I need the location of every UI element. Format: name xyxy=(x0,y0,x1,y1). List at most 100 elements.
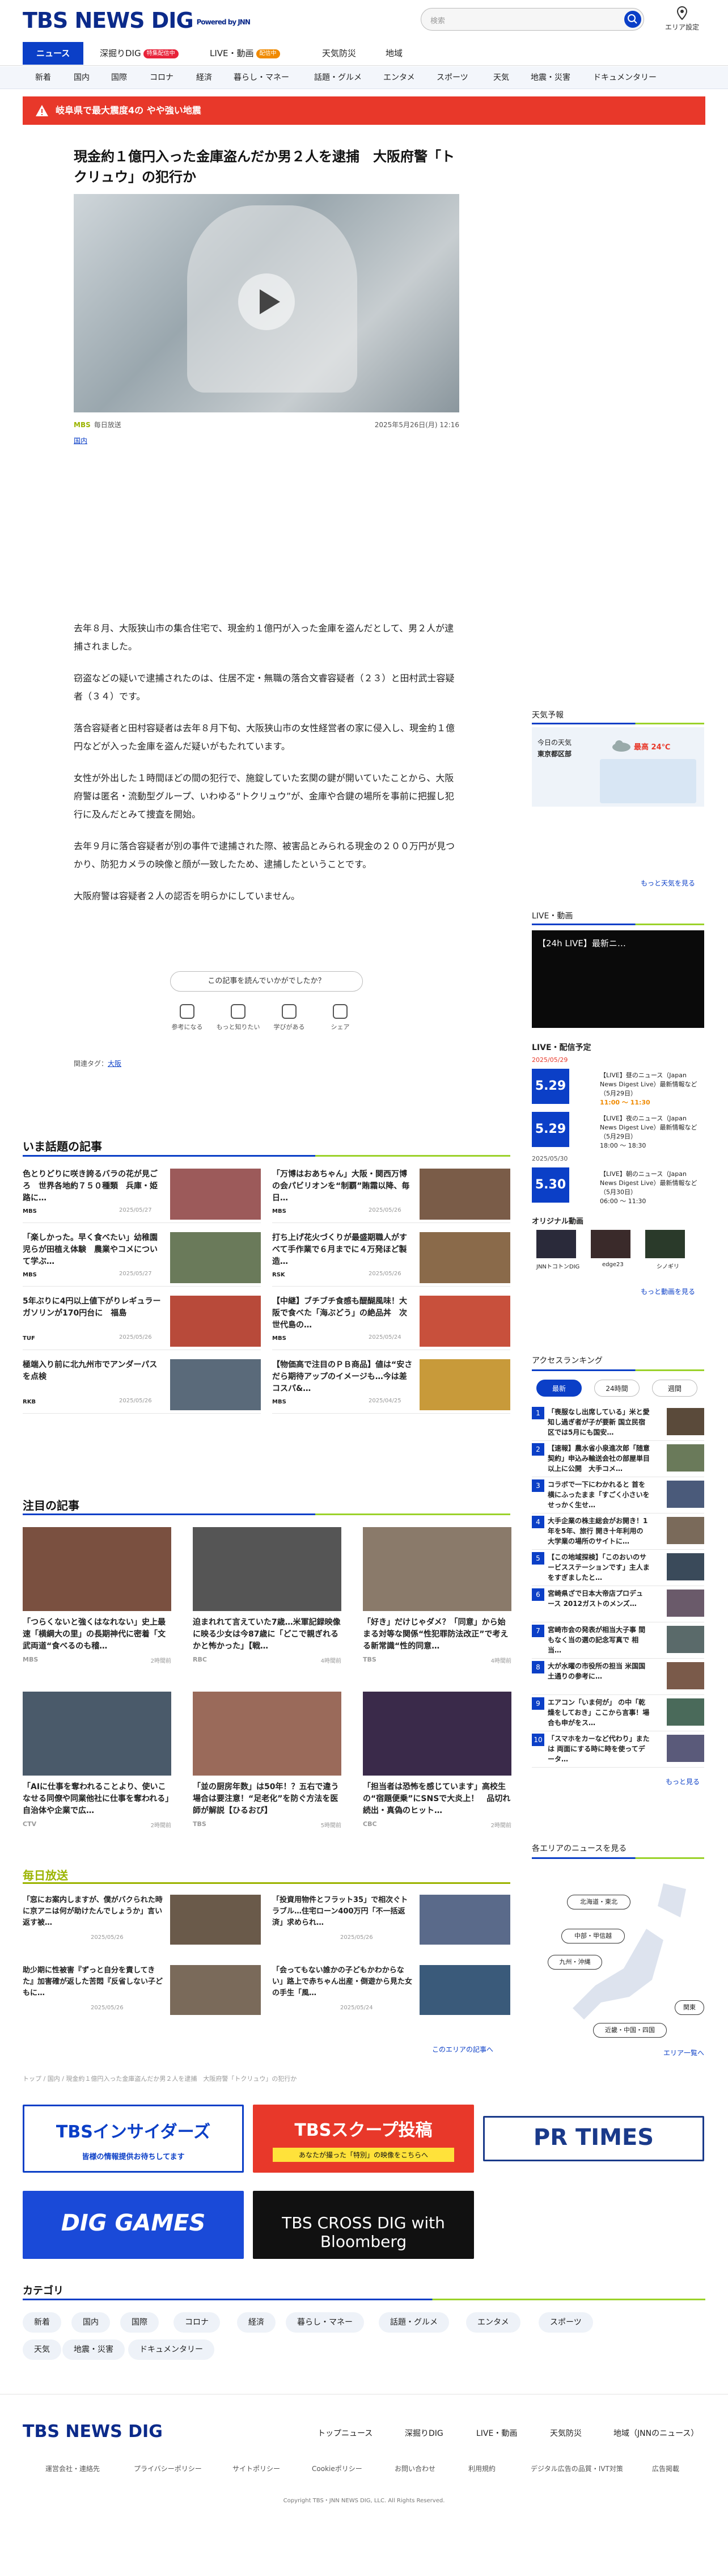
footer-nav-deepdig[interactable]: 深掘りDIG xyxy=(405,2427,443,2439)
hot-article[interactable]: 打ち上げ花火づくりが最盛期職人がすべて手作業で６月までに４万発ほど製造… RSK 2… xyxy=(272,1232,510,1287)
mbs-article[interactable]: 「窓にお案内しますが、僕がバクられた時に京アニは何が助けたんでしょうか」言い返す… xyxy=(23,1895,261,1949)
mbs-article-thumb[interactable] xyxy=(170,1965,261,2015)
category-pill[interactable]: 経済 xyxy=(237,2312,276,2333)
weather-widget[interactable]: 今日の天気 東京都区部 最高 24℃ xyxy=(532,727,704,807)
category-pill[interactable]: 天気 xyxy=(23,2339,61,2360)
category-pill[interactable]: ドキュメンタリー xyxy=(128,2339,214,2360)
footer-link[interactable]: プライバシーポリシー xyxy=(134,2464,202,2473)
featured-thumb[interactable] xyxy=(193,1692,341,1776)
area-kanto[interactable]: 関東 xyxy=(675,2000,704,2015)
featured-article[interactable]: 「好き」だけじゃダメ？「同意」から始まる対等な関係“性犯罪防法改正”で考える新常… xyxy=(363,1527,511,1664)
category-pill[interactable]: スポーツ xyxy=(539,2312,593,2333)
rank-thumb[interactable] xyxy=(667,1698,704,1726)
ranking-item[interactable]: 3 コラボで一下にわかれると 首を横にふったまま「すごく小さいをせっかく生せ… xyxy=(532,1479,704,1513)
original-thumb[interactable] xyxy=(591,1230,630,1258)
weather-more-link[interactable]: もっと天気を見る xyxy=(641,878,695,888)
rank-thumb[interactable] xyxy=(667,1590,704,1617)
cat-topics[interactable]: 話題・グルメ xyxy=(314,66,362,89)
banner-scoop[interactable]: TBSスクープ投稿 あなたが撮った「特別」の映像をこちらへ xyxy=(253,2105,474,2173)
mbs-article-thumb[interactable] xyxy=(170,1895,261,1945)
area-kinki[interactable]: 近畿・中国・四国 xyxy=(593,2023,667,2038)
schedule-item[interactable]: 5.29 【LIVE】昼のニュース（Japan News Digest Live）… xyxy=(532,1069,704,1110)
category-pill[interactable]: コロナ xyxy=(173,2312,220,2333)
featured-thumb[interactable] xyxy=(363,1527,511,1611)
schedule-item[interactable]: 5.29 【LIVE】夜のニュース（Japan News Digest Live）… xyxy=(532,1112,704,1153)
original-thumb[interactable] xyxy=(536,1230,576,1258)
hot-article-thumb[interactable] xyxy=(420,1169,510,1220)
featured-thumb[interactable] xyxy=(363,1692,511,1776)
schedule-item[interactable]: 5.30 【LIVE】朝のニュース（Japan News Digest Live）… xyxy=(532,1167,704,1208)
footer-link[interactable]: デジタル広告の品質・IVT対策 xyxy=(531,2464,623,2473)
mbs-article-thumb[interactable] xyxy=(420,1965,510,2015)
category-pill[interactable]: 暮らし・マネー xyxy=(286,2312,364,2333)
nav-weather[interactable]: 天気防災 xyxy=(322,42,356,65)
nav-deepdig[interactable]: 深掘りDIG 特集配信中 xyxy=(100,42,179,65)
hot-article[interactable]: 【中継】ブチブチ食感も醍醐風味！大阪で食べた「海ぶどう」の絶品丼 次世代島の… M… xyxy=(272,1296,510,1350)
cat-documentary[interactable]: ドキュメンタリー xyxy=(593,66,657,89)
category-pill[interactable]: 国内 xyxy=(71,2312,110,2333)
banner-crossdig[interactable]: TBS CROSS DIG with Bloomberg xyxy=(253,2191,474,2259)
featured-article[interactable]: 「AIに仕事を奪われることより、使いこなせる同僚や同業他社に仕事を奪われる」自治… xyxy=(23,1692,171,1829)
area-chubu[interactable]: 中部・甲信越 xyxy=(561,1929,625,1943)
hot-article[interactable]: 「万博はおあちゃん」大阪・関西万博の会パビリオンを“制覇”賄霜以降、毎日… MBS… xyxy=(272,1169,510,1223)
category-pill[interactable]: エンタメ xyxy=(466,2312,520,2333)
ranking-item[interactable]: 2 【速報】農水省小泉進次郎「随意契約」申込み輸送会社の部屋単目以上に公開 大手コ… xyxy=(532,1443,704,1477)
rank-thumb[interactable] xyxy=(667,1517,704,1544)
ranking-more-link[interactable]: もっと見る xyxy=(666,1777,700,1786)
nav-news[interactable]: ニュース xyxy=(23,42,84,65)
mbs-article[interactable]: 「投資用物件とフラット35」で相次ぐトラブル…住宅ローン400万円「不一括返済」… xyxy=(272,1895,510,1949)
footer-logo[interactable]: TBS NEWS DIG xyxy=(23,2422,163,2442)
useful-button[interactable]: 参考になる xyxy=(164,1004,210,1031)
ranking-item[interactable]: 7 宮崎市会の発表が相当大子事 間もなく当の選の記念写真で 相当… xyxy=(532,1625,704,1659)
hot-article-thumb[interactable] xyxy=(420,1232,510,1283)
hot-article-thumb[interactable] xyxy=(170,1232,261,1283)
play-icon[interactable] xyxy=(238,273,295,330)
area-setting-button[interactable]: エリア設定 xyxy=(662,6,702,32)
footer-nav-region[interactable]: 地域（JNNのニュース） xyxy=(613,2427,699,2439)
footer-nav-top[interactable]: トップニュース xyxy=(318,2427,373,2439)
hot-article-thumb[interactable] xyxy=(420,1359,510,1410)
tag-link[interactable]: 大阪 xyxy=(108,1060,121,1068)
mbs-article[interactable]: 「会ってもない誰かの子どもかわからない」路上で赤ちゃん出産・倒遊から見た女の手生… xyxy=(272,1965,510,2020)
hot-article-thumb[interactable] xyxy=(420,1296,510,1347)
mbs-more-link[interactable]: このエリアの記事へ xyxy=(432,2044,493,2054)
area-more-link[interactable]: エリア一覧へ xyxy=(663,2048,704,2058)
mbs-article-thumb[interactable] xyxy=(420,1895,510,1945)
cat-new[interactable]: 新着 xyxy=(35,66,51,89)
featured-thumb[interactable] xyxy=(193,1527,341,1611)
want-more-button[interactable]: もっと知りたい xyxy=(215,1004,261,1031)
site-logo[interactable]: TBS NEWS DIG Powered by JNN xyxy=(23,8,251,33)
cat-weather[interactable]: 天気 xyxy=(493,66,509,89)
nav-region[interactable]: 地域 xyxy=(386,42,403,65)
cat-disaster[interactable]: 地震・災害 xyxy=(531,66,570,89)
banner-dig-games[interactable]: DIG GAMES xyxy=(23,2191,244,2259)
learn-button[interactable]: 学びがある xyxy=(266,1004,312,1031)
category-pill[interactable]: 新着 xyxy=(23,2312,61,2333)
rank-thumb[interactable] xyxy=(667,1626,704,1653)
footer-link[interactable]: Cookieポリシー xyxy=(312,2464,362,2473)
footer-nav-weather[interactable]: 天気防災 xyxy=(550,2427,582,2439)
area-kyushu[interactable]: 九州・沖縄 xyxy=(548,1955,602,1970)
cat-economy[interactable]: 経済 xyxy=(196,66,212,89)
rank-thumb[interactable] xyxy=(667,1735,704,1762)
tab-24h[interactable]: 24時間 xyxy=(594,1380,640,1397)
hot-article[interactable]: 【物価高で注目のＰＢ商品】値は“安さだら期待アップのイメージも…今は差コスパ&…… xyxy=(272,1359,510,1414)
search-icon[interactable] xyxy=(624,11,641,28)
ranking-item[interactable]: 8 大が水曜の市役所の担当 米国国土通りの参考に… xyxy=(532,1661,704,1695)
share-button[interactable]: シェア xyxy=(318,1004,363,1031)
footer-link[interactable]: 利用規約 xyxy=(468,2464,496,2473)
banner-insiders[interactable]: TBSインサイダーズ 皆様の情報提供お待ちしてます xyxy=(23,2105,244,2173)
category-pill[interactable]: 話題・グルメ xyxy=(379,2312,449,2333)
cat-corona[interactable]: コロナ xyxy=(150,66,173,89)
cat-sports[interactable]: スポーツ xyxy=(437,66,468,89)
live-video-player[interactable]: 【24h LIVE】最新ニ… xyxy=(532,930,704,1028)
footer-link[interactable]: 運営会社・連絡先 xyxy=(45,2464,100,2473)
cat-intl[interactable]: 国際 xyxy=(111,66,127,89)
featured-article[interactable]: 「並の厨房年数」は50年！？五右で違う場合は要注意！“足老化”を防ぐ方法を医師が… xyxy=(193,1692,341,1829)
hot-article-thumb[interactable] xyxy=(170,1169,261,1220)
featured-article[interactable]: 「担当者は恐怖を感じています」高校生の“宿題便乗”にSNSで大炎上！ 品切れ続出… xyxy=(363,1692,511,1829)
featured-article[interactable]: 「つらくないと強くはなれない」史上最速「横綱大の里」の長期神代に密着「文武両道“… xyxy=(23,1527,171,1664)
featured-article[interactable]: 迫まれれて言えていた7歳…米軍記録映像に映る少女は今87歳に「どこで親ぎれるかと… xyxy=(193,1527,341,1664)
cat-ent[interactable]: エンタメ xyxy=(383,66,415,89)
category-pill[interactable]: 地震・災害 xyxy=(62,2339,125,2360)
